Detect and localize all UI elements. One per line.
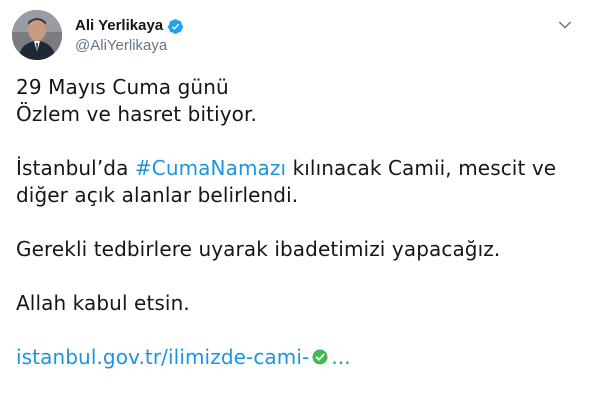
tweet-header: Ali Yerlikaya @AliYerlikaya (12, 10, 578, 60)
tweet-text: 29 Mayıs Cuma günü Özlem ve hasret bitiy… (16, 74, 576, 371)
tweet-line: Allah kabul etsin. (16, 291, 190, 315)
tweet-line: Gerekli tedbirlere uyarak ibadetimizi ya… (16, 237, 501, 261)
tweet-line: diğer açık alanlar belirlendi. (16, 183, 299, 207)
url-ellipsis: ... (331, 345, 351, 369)
chevron-down-icon[interactable] (556, 16, 574, 34)
avatar[interactable] (12, 10, 62, 60)
handle[interactable]: @AliYerlikaya (75, 37, 184, 55)
name-row: Ali Yerlikaya (75, 16, 184, 36)
tweet-card: Ali Yerlikaya @AliYerlikaya 29 Mayıs Cum… (0, 0, 590, 415)
hashtag-link[interactable]: #CumaNamazı (135, 156, 286, 180)
tweet-line: Özlem ve hasret bitiyor. (16, 102, 257, 126)
url-link-text: istanbul.gov.tr/ilimizde-cami- (16, 345, 310, 369)
user-info: Ali Yerlikaya @AliYerlikaya (75, 16, 184, 55)
verified-badge-icon (168, 18, 184, 34)
tweet-line: İstanbul’da #CumaNamazı kılınacak Camii,… (16, 155, 576, 182)
check-circle-icon (312, 349, 328, 365)
tweet-text-segment: İstanbul’da (16, 156, 135, 180)
tweet-line: 29 Mayıs Cuma günü (16, 75, 229, 99)
tweet-link-line: istanbul.gov.tr/ilimizde-cami-... (16, 344, 576, 371)
url-link[interactable]: istanbul.gov.tr/ilimizde-cami-... (16, 345, 351, 369)
display-name[interactable]: Ali Yerlikaya (75, 17, 163, 35)
tweet-text-segment: kılınacak Camii, mescit ve (286, 156, 557, 180)
